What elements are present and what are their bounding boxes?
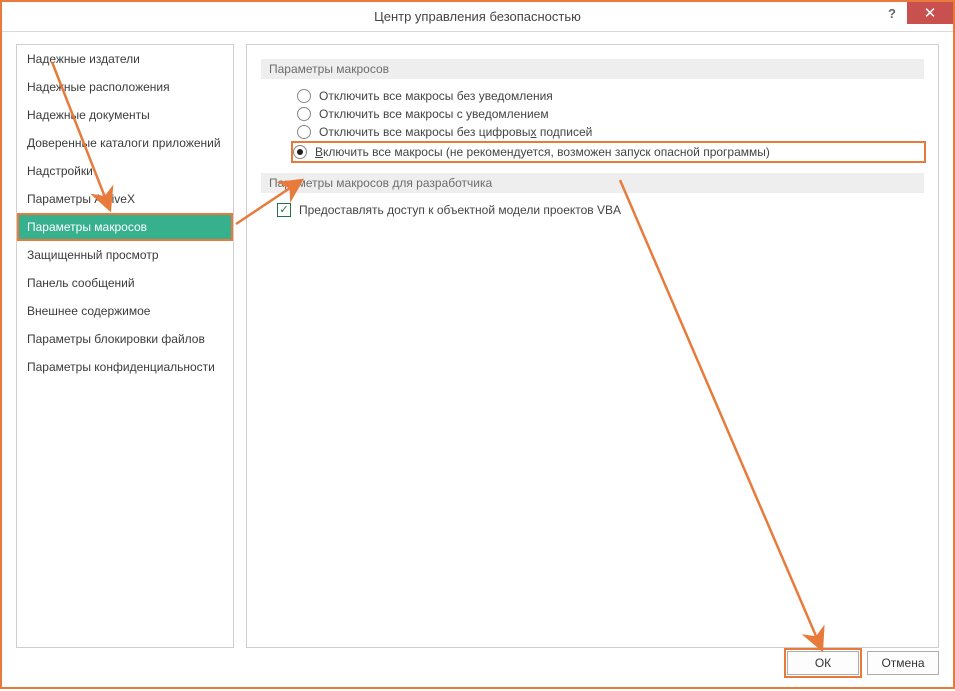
macro-radio-group: Отключить все макросы без уведомления Отк… bbox=[261, 89, 924, 161]
macro-radio-option[interactable]: Отключить все макросы без уведомления bbox=[297, 89, 924, 103]
macro-radio-option[interactable]: Отключить все макросы без цифровых подпи… bbox=[297, 125, 924, 139]
content-pane: Параметры макросов Отключить все макросы… bbox=[246, 44, 939, 648]
sidebar-item-label: Защищенный просмотр bbox=[27, 248, 159, 262]
sidebar-item[interactable]: Надежные документы bbox=[17, 101, 233, 129]
radio-label: Отключить все макросы с уведомлением bbox=[319, 107, 549, 121]
help-button[interactable]: ? bbox=[877, 2, 907, 24]
close-button[interactable]: ✕ bbox=[907, 2, 953, 24]
titlebar: Центр управления безопасностью ? ✕ bbox=[2, 2, 953, 32]
radio-icon bbox=[297, 125, 311, 139]
sidebar-item-label: Надежные расположения bbox=[27, 80, 170, 94]
sidebar-item-label: Внешнее содержимое bbox=[27, 304, 150, 318]
group-header-macros: Параметры макросов bbox=[261, 59, 924, 79]
sidebar-item-label: Доверенные каталоги приложений bbox=[27, 136, 221, 150]
cancel-button[interactable]: Отмена bbox=[867, 651, 939, 675]
radio-icon bbox=[297, 107, 311, 121]
sidebar-item-label: Надежные документы bbox=[27, 108, 150, 122]
window-title: Центр управления безопасностью bbox=[2, 9, 953, 24]
radio-label: Включить все макросы (не рекомендуется, … bbox=[315, 145, 770, 159]
dialog-footer: ОК Отмена bbox=[787, 651, 939, 675]
vba-access-checkbox-row[interactable]: ✓ Предоставлять доступ к объектной модел… bbox=[261, 203, 924, 217]
sidebar-item[interactable]: Параметры ActiveX bbox=[17, 185, 233, 213]
sidebar-item[interactable]: Параметры макросов bbox=[17, 213, 233, 241]
panes: Надежные издатели Надежные расположения На… bbox=[16, 44, 939, 648]
sidebar-item[interactable]: Панель сообщений bbox=[17, 269, 233, 297]
radio-label: Отключить все макросы без цифровых подпи… bbox=[319, 125, 592, 139]
checkbox-icon: ✓ bbox=[277, 203, 291, 217]
vba-access-label: Предоставлять доступ к объектной модели … bbox=[299, 203, 621, 217]
radio-icon bbox=[293, 145, 307, 159]
sidebar-item-label: Надежные издатели bbox=[27, 52, 140, 66]
sidebar-item-label: Параметры макросов bbox=[27, 220, 147, 234]
sidebar-item[interactable]: Надежные издатели bbox=[17, 45, 233, 73]
radio-label: Отключить все макросы без уведомления bbox=[319, 89, 553, 103]
sidebar-item-label: Панель сообщений bbox=[27, 276, 135, 290]
macro-radio-option[interactable]: Отключить все макросы с уведомлением bbox=[297, 107, 924, 121]
sidebar-item-label: Параметры ActiveX bbox=[27, 192, 135, 206]
sidebar-item[interactable]: Параметры конфиденциальности bbox=[17, 353, 233, 381]
sidebar-item[interactable]: Защищенный просмотр bbox=[17, 241, 233, 269]
sidebar-item-label: Параметры конфиденциальности bbox=[27, 360, 215, 374]
dialog-window: Центр управления безопасностью ? ✕ Надеж… bbox=[0, 0, 955, 689]
sidebar-item-label: Параметры блокировки файлов bbox=[27, 332, 205, 346]
radio-icon bbox=[297, 89, 311, 103]
sidebar-item[interactable]: Параметры блокировки файлов bbox=[17, 325, 233, 353]
sidebar-item[interactable]: Надстройки bbox=[17, 157, 233, 185]
macro-radio-option[interactable]: Включить все макросы (не рекомендуется, … bbox=[293, 143, 924, 161]
close-icon: ✕ bbox=[924, 4, 937, 22]
titlebar-controls: ? ✕ bbox=[877, 2, 953, 30]
ok-button[interactable]: ОК bbox=[787, 651, 859, 675]
sidebar-item[interactable]: Надежные расположения bbox=[17, 73, 233, 101]
group-header-developer: Параметры макросов для разработчика bbox=[261, 173, 924, 193]
sidebar-item[interactable]: Внешнее содержимое bbox=[17, 297, 233, 325]
sidebar: Надежные издатели Надежные расположения На… bbox=[16, 44, 234, 648]
dialog-body: Надежные издатели Надежные расположения На… bbox=[2, 32, 953, 687]
sidebar-item[interactable]: Доверенные каталоги приложений bbox=[17, 129, 233, 157]
sidebar-item-label: Надстройки bbox=[27, 164, 93, 178]
